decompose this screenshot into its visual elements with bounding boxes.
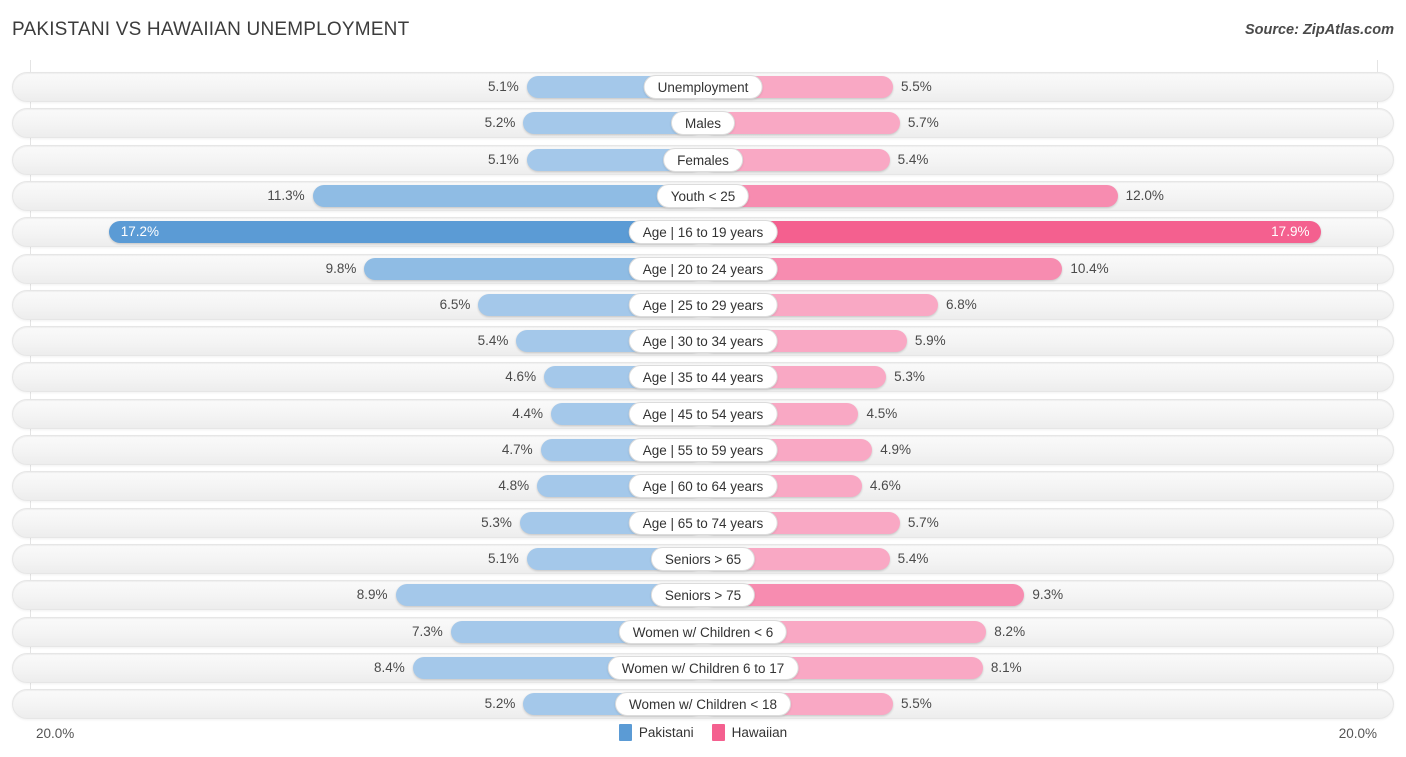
value-label-hawaiian: 4.9% [880, 442, 912, 457]
category-label-pill: Age | 55 to 59 years [628, 438, 778, 462]
value-label-pakistani: 4.7% [501, 442, 533, 457]
legend-label: Hawaiian [731, 725, 788, 740]
category-label-pill: Seniors > 75 [650, 583, 756, 608]
category-label-pill: Age | 25 to 29 years [628, 292, 778, 317]
category-label-pill: Females [663, 147, 743, 172]
table-row: 5.1% 5.4% Seniors > 65 [12, 543, 1394, 574]
value-label-pakistani: 5.4% [477, 333, 509, 349]
category-label-pill: Age | 60 to 64 years [628, 474, 778, 499]
table-row: 4.4% 4.5% Age | 45 to 54 years [12, 398, 1394, 429]
table-row: 11.3% 12.0% Youth < 25 [12, 180, 1394, 211]
legend-item: Pakistani [618, 724, 694, 741]
value-label-hawaiian: 6.8% [945, 296, 977, 312]
category-label-pill: Age | 45 to 54 years [628, 401, 778, 426]
value-label-pakistani: 7.3% [412, 623, 443, 639]
chart-footer: 20.0% 20.0% Pakistani Hawaiian [0, 715, 1406, 757]
value-label-hawaiian: 4.5% [866, 405, 898, 421]
table-row: 5.1% 5.4% Females [12, 144, 1394, 175]
value-label-pakistani: 11.3% [267, 187, 305, 203]
value-label-pakistani: 5.1% [488, 151, 519, 167]
value-label-hawaiian: 5.7% [907, 115, 939, 131]
value-label-pakistani: 4.8% [498, 478, 530, 494]
value-label-hawaiian: 10.4% [1070, 260, 1109, 276]
page-title: PAKISTANI VS HAWAIIAN UNEMPLOYMENT [12, 19, 410, 40]
table-row: 4.8% 4.6% Age | 60 to 64 years [12, 471, 1394, 502]
table-row: 4.7% 4.9% Age | 55 to 59 years [12, 435, 1394, 465]
category-label-pill: Women w/ Children 6 to 17 [607, 655, 799, 680]
category-label-pill: Women w/ Children < 6 [618, 619, 788, 644]
legend-swatch-icon [711, 724, 725, 741]
value-label-hawaiian: 12.0% [1125, 187, 1164, 203]
chart-header: PAKISTANI VS HAWAIIAN UNEMPLOYMENT Sourc… [0, 0, 1406, 60]
table-row: 5.3% 5.7% Age | 65 to 74 years [12, 507, 1394, 538]
value-label-hawaiian: 5.3% [894, 369, 925, 385]
value-label-pakistani: 6.5% [439, 296, 471, 312]
table-row: 5.1% 5.5% Unemployment [12, 72, 1394, 102]
value-label-pakistani: 5.2% [484, 115, 516, 131]
category-label-pill: Age | 20 to 24 years [628, 256, 778, 281]
table-row: 5.4% 5.9% Age | 30 to 34 years [12, 326, 1394, 357]
value-label-hawaiian: 8.2% [994, 623, 1026, 639]
bar-hawaiian [703, 221, 1322, 244]
category-label-pill: Youth < 25 [656, 183, 750, 208]
value-label-hawaiian: 5.9% [914, 333, 946, 349]
value-label-pakistani: 9.8% [325, 260, 357, 276]
table-row: 9.8% 10.4% Age | 20 to 24 years [12, 253, 1394, 284]
value-label-pakistani: 8.4% [374, 659, 405, 675]
value-label-hawaiian: 8.1% [990, 659, 1022, 675]
source-attribution: Source: ZipAtlas.com [1244, 22, 1394, 38]
category-label-pill: Age | 65 to 74 years [628, 510, 778, 535]
table-row: 17.2% 17.9% Age | 16 to 19 years [12, 217, 1394, 248]
category-label-pill: Age | 30 to 34 years [628, 329, 778, 354]
category-label-pill: Age | 35 to 44 years [628, 365, 778, 390]
value-label-pakistani: 4.4% [512, 405, 543, 421]
value-label-hawaiian: 5.4% [897, 151, 929, 167]
bar-pakistani [312, 184, 703, 207]
category-label-pill: Males [670, 111, 736, 136]
value-label-pakistani: 5.1% [488, 79, 519, 94]
category-label-pill: Women w/ Children < 18 [615, 692, 791, 717]
value-label-hawaiian: 5.4% [897, 550, 929, 566]
legend-item: Hawaiian [711, 724, 788, 741]
table-row: 8.4% 8.1% Women w/ Children 6 to 17 [12, 652, 1394, 683]
value-label-pakistani: 8.9% [356, 587, 388, 603]
legend-label: Pakistani [638, 725, 694, 740]
value-label-pakistani: 17.2% [120, 224, 160, 240]
bar-pakistani [108, 221, 703, 244]
table-row: 4.6% 5.3% Age | 35 to 44 years [12, 362, 1394, 393]
table-row: 8.9% 9.3% Seniors > 75 [12, 580, 1394, 611]
chart-plot-area: 5.1% 5.5% Unemployment 5.2% 5.7% Males 5.1% 5.4… [0, 60, 1406, 720]
table-row: 6.5% 6.8% Age | 25 to 29 years [12, 289, 1394, 320]
chart-legend: Pakistani Hawaiian [0, 724, 1406, 741]
table-row: 7.3% 8.2% Women w/ Children < 6 [12, 616, 1394, 647]
value-label-pakistani: 4.6% [505, 369, 537, 385]
category-label-pill: Unemployment [643, 75, 763, 99]
value-label-hawaiian: 17.9% [1271, 224, 1310, 240]
value-label-pakistani: 5.1% [488, 550, 519, 566]
bar-hawaiian [703, 184, 1118, 207]
value-label-pakistani: 5.3% [481, 514, 512, 530]
value-label-hawaiian: 5.5% [901, 79, 932, 94]
category-label-pill: Age | 16 to 19 years [628, 220, 778, 245]
value-label-hawaiian: 4.6% [869, 478, 901, 494]
table-row: 5.2% 5.7% Males [12, 108, 1394, 139]
value-label-hawaiian: 9.3% [1032, 587, 1064, 603]
category-label-pill: Seniors > 65 [650, 546, 756, 571]
value-label-hawaiian: 5.7% [907, 514, 939, 530]
legend-swatch-icon [618, 724, 632, 741]
